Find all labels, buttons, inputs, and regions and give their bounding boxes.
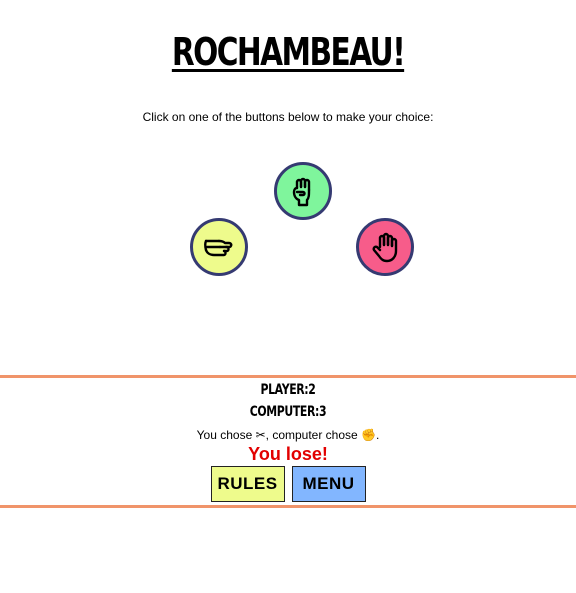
result-suffix: .	[376, 428, 380, 442]
result-middle: , computer chose	[265, 428, 362, 442]
menu-button[interactable]: MENU	[291, 466, 366, 502]
fist-icon	[292, 177, 311, 207]
button-row: RULES MENU	[0, 466, 576, 502]
paper-button[interactable]	[356, 218, 414, 276]
player-choice-icon: ✂	[255, 428, 266, 442]
scissors-hand-icon	[204, 239, 233, 257]
computer-score: COMPUTER:3	[249, 404, 327, 420]
result-prefix: You chose	[196, 428, 256, 442]
rock-button[interactable]	[274, 162, 332, 220]
round-result: You chose ✂, computer chose ✊.	[0, 428, 576, 442]
computer-choice-icon: ✊	[361, 428, 376, 442]
outcome-text: You lose!	[248, 444, 328, 464]
scoreboard: PLAYER:2 COMPUTER:3 You chose ✂, compute…	[0, 375, 576, 508]
page-title: ROCHAMBEAU!	[171, 30, 406, 74]
open-hand-icon	[372, 232, 398, 263]
scissors-button[interactable]	[190, 218, 248, 276]
instruction-text: Click on one of the buttons below to mak…	[142, 110, 434, 124]
player-score: PLAYER:2	[260, 382, 316, 398]
rules-button[interactable]: RULES	[210, 466, 285, 502]
